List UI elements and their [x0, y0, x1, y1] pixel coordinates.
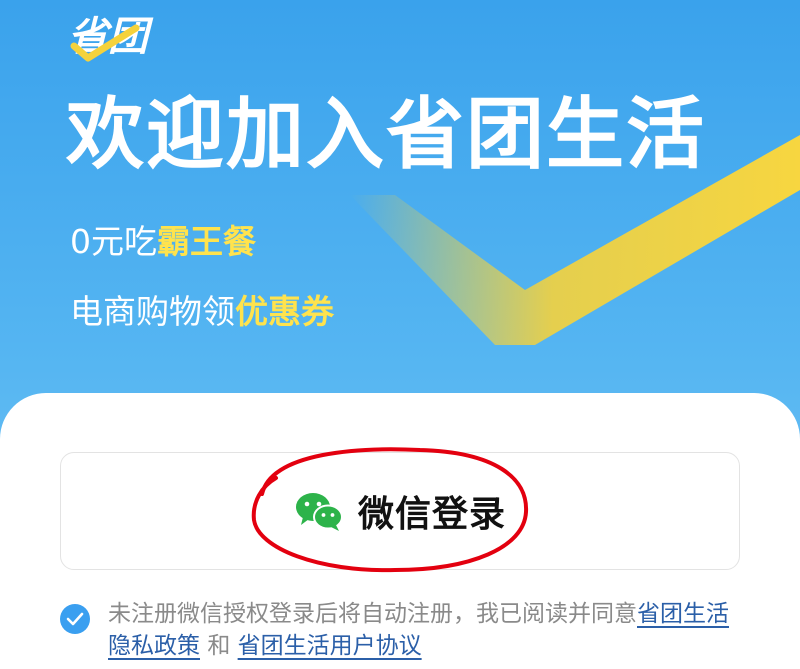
agreement-and: 和	[207, 633, 231, 659]
agreement-text: 未注册微信授权登录后将自动注册，我已阅读并同意省团生活隐私政策 和 省团生活用户…	[108, 598, 738, 662]
promo-line-shopping-text: 电商购物领	[70, 292, 235, 331]
promo-line-food-text: 0元吃	[70, 222, 157, 261]
agreement-statement: 未注册微信授权登录后将自动注册，我已阅读并同意	[108, 601, 637, 627]
agreement-checkbox[interactable]	[60, 604, 90, 634]
check-icon	[66, 612, 84, 626]
promo-line-food: 0元吃霸王餐	[70, 220, 256, 264]
promo-highlight-coupon: 优惠券	[235, 292, 334, 331]
user-agreement-link[interactable]: 省团生活用户协议	[238, 633, 422, 659]
wechat-login-label: 微信登录	[357, 494, 506, 535]
login-screen: 省团 欢迎加入省团生活 0元吃霸王餐 电商购物领优惠券 微信登录 未注册微信授权…	[0, 0, 800, 669]
wechat-login-button[interactable]: 微信登录	[60, 452, 740, 570]
promo-line-shopping: 电商购物领优惠券	[70, 290, 334, 334]
welcome-title: 欢迎加入省团生活	[66, 90, 707, 180]
wechat-icon	[295, 493, 343, 531]
sheng-tuan-logo-icon: 省团	[68, 14, 154, 62]
promo-highlight-free-meal: 霸王餐	[157, 222, 256, 261]
